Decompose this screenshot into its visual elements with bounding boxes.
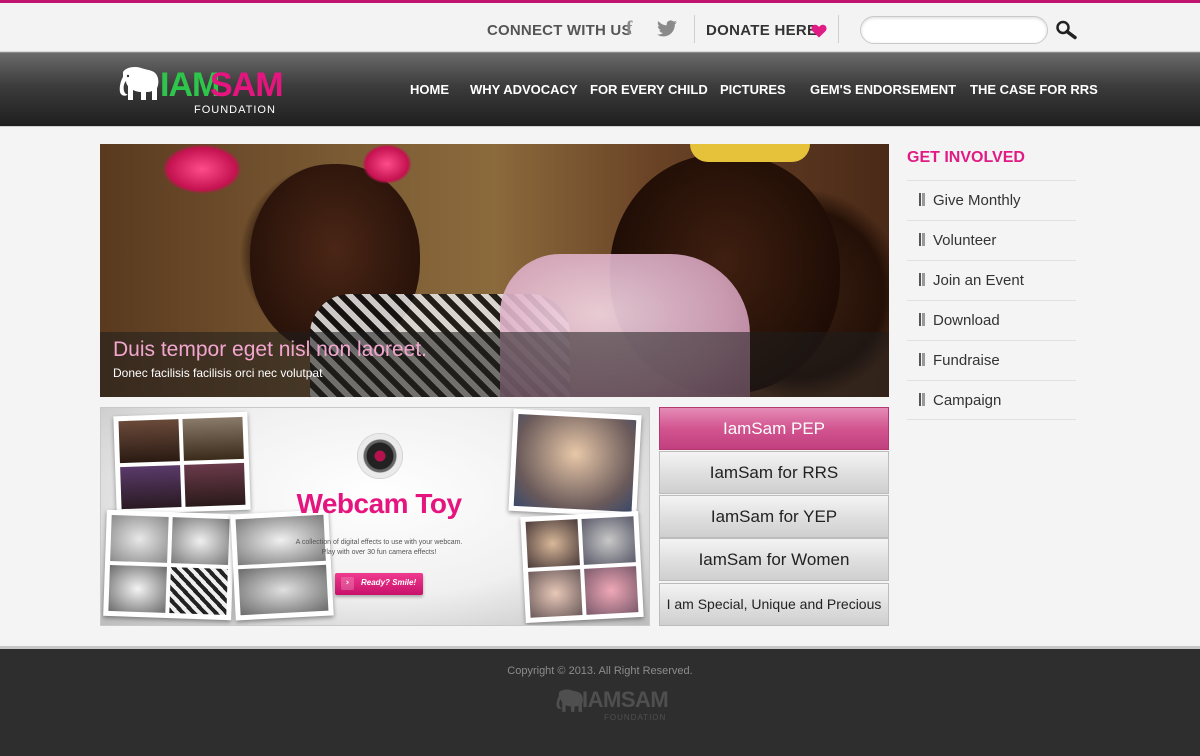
- collage-photo: [584, 566, 639, 615]
- program-button-special-unique-precious[interactable]: I am Special, Unique and Precious: [659, 583, 889, 626]
- ready-smile-label: Ready? Smile!: [361, 578, 417, 587]
- chevron-right-icon: ›: [341, 577, 354, 590]
- site-logo[interactable]: IAM SAM FOUNDATION: [113, 62, 284, 120]
- bullet-icon: [919, 353, 925, 366]
- twitter-icon[interactable]: [656, 20, 678, 38]
- collage-photo: [108, 564, 167, 613]
- program-button-iamsam-pep[interactable]: IamSam PEP: [659, 407, 889, 450]
- sidebar-item-give-monthly[interactable]: Give Monthly: [907, 180, 1076, 220]
- collage-photo: [184, 462, 246, 507]
- program-button-iamsam-for-women[interactable]: IamSam for Women: [659, 538, 889, 581]
- nav-why-advocacy[interactable]: WHY ADVOCACY: [470, 82, 578, 97]
- collage-photo: [120, 465, 182, 510]
- collage-photo: [169, 567, 228, 616]
- bullet-icon: [919, 193, 925, 206]
- photo-collage: [113, 411, 251, 515]
- footer-logo-subtext: FOUNDATION: [604, 713, 667, 722]
- promo-description: A collection of digital effects to use w…: [281, 538, 477, 558]
- search-icon[interactable]: [1055, 20, 1077, 40]
- logo-foundation-text: FOUNDATION: [194, 104, 276, 116]
- sidebar-item-volunteer[interactable]: Volunteer: [907, 220, 1076, 260]
- webcam-toy-promo[interactable]: Webcam Toy A collection of digital effec…: [100, 407, 650, 626]
- sidebar-item-label: Volunteer: [933, 232, 997, 249]
- nav-for-every-child[interactable]: FOR EVERY CHILD: [590, 82, 708, 97]
- footer: Copyright © 2013. All Right Reserved. IA…: [0, 646, 1200, 756]
- hero-caption: Duis tempor eget nisl non laoreet. Donec…: [100, 332, 889, 397]
- collage-photo: [528, 569, 583, 618]
- get-involved-list: Give Monthly Volunteer Join an Event Dow…: [907, 180, 1076, 420]
- bullet-icon: [919, 273, 925, 286]
- bullet-icon: [919, 233, 925, 246]
- sidebar-item-download[interactable]: Download: [907, 300, 1076, 340]
- photo-collage: [230, 509, 334, 621]
- nav-the-case-for-rrs[interactable]: THE CASE FOR RRS: [970, 82, 1098, 97]
- collage-photo: [118, 419, 180, 464]
- divider: [694, 15, 695, 43]
- photo-collage: [508, 408, 642, 518]
- hero-subtitle: Donec facilisis facilisis orci nec volut…: [113, 366, 323, 380]
- sidebar-item-label: Join an Event: [933, 272, 1024, 289]
- facebook-icon[interactable]: f: [626, 18, 632, 40]
- program-button-iamsam-for-yep[interactable]: IamSam for YEP: [659, 495, 889, 538]
- elephant-icon: [119, 67, 159, 100]
- collage-photo: [525, 519, 580, 568]
- sidebar-item-label: Campaign: [933, 392, 1002, 409]
- sidebar-item-label: Fundraise: [933, 352, 1000, 369]
- get-involved-heading: GET INVOLVED: [907, 149, 1025, 166]
- collage-photo: [182, 416, 244, 461]
- nav-gems-endorsement[interactable]: GEM'S ENDORSEMENT: [810, 82, 956, 97]
- top-bar: CONNECT WITH US f DONATE HERE: [0, 0, 1200, 52]
- sidebar-item-fundraise[interactable]: Fundraise: [907, 340, 1076, 380]
- divider: [838, 15, 839, 43]
- sidebar-item-campaign[interactable]: Campaign: [907, 380, 1076, 420]
- nav-pictures[interactable]: PICTURES: [720, 82, 786, 97]
- footer-logo-text: IAMSAM: [582, 687, 669, 712]
- photo-collage: [520, 510, 644, 624]
- nav-home[interactable]: HOME: [410, 82, 449, 97]
- search-input[interactable]: [860, 16, 1048, 44]
- connect-with-us-label: CONNECT WITH US: [487, 22, 632, 39]
- hero-banner[interactable]: Duis tempor eget nisl non laoreet. Donec…: [100, 144, 889, 397]
- logo-text-sam: SAM: [210, 66, 284, 104]
- collage-photo: [110, 514, 169, 563]
- webcam-icon: [357, 433, 403, 479]
- promo-description-line: Play with over 30 fun camera effects!: [321, 549, 437, 556]
- sidebar-item-label: Give Monthly: [933, 192, 1021, 209]
- collage-photo: [513, 413, 637, 513]
- promo-title: Webcam Toy: [296, 488, 462, 519]
- photo-collage: [103, 509, 235, 621]
- donate-here-link[interactable]: DONATE HERE: [706, 22, 817, 39]
- headband-decoration: [690, 144, 810, 162]
- promo-description-line: A collection of digital effects to use w…: [295, 539, 463, 546]
- copyright-text: Copyright © 2013. All Right Reserved.: [507, 665, 693, 677]
- heart-icon[interactable]: [811, 24, 827, 38]
- bullet-icon: [919, 393, 925, 406]
- collage-photo: [581, 516, 636, 565]
- program-button-iamsam-for-rrs[interactable]: IamSam for RRS: [659, 451, 889, 494]
- ready-smile-button[interactable]: › Ready? Smile!: [335, 573, 423, 595]
- sidebar-item-label: Download: [933, 312, 1000, 329]
- collage-photo: [171, 517, 230, 566]
- hero-title: Duis tempor eget nisl non laoreet.: [113, 338, 428, 361]
- sidebar-item-join-an-event[interactable]: Join an Event: [907, 260, 1076, 300]
- hair-flower-decoration: [362, 144, 412, 184]
- footer-logo[interactable]: IAMSAM FOUNDATION: [552, 687, 669, 727]
- elephant-icon: [556, 689, 583, 712]
- main-navbar: IAM SAM FOUNDATION HOME WHY ADVOCACY FOR…: [0, 52, 1200, 127]
- bullet-icon: [919, 313, 925, 326]
- hair-flower-decoration: [162, 144, 242, 194]
- collage-photo: [238, 564, 329, 616]
